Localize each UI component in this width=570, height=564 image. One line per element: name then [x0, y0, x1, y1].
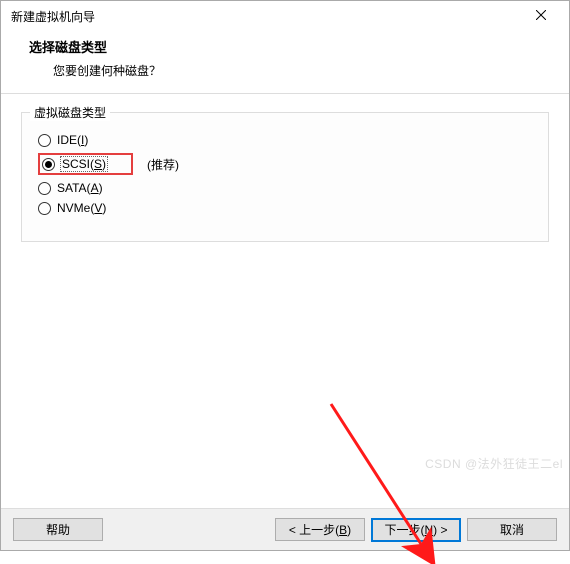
- radio-nvme[interactable]: [38, 202, 51, 215]
- radio-label-scsi[interactable]: SCSI(S): [61, 157, 107, 171]
- header-title: 选择磁盘类型: [29, 37, 555, 56]
- scsi-highlight-box: SCSI(S): [38, 153, 133, 175]
- radio-ide[interactable]: [38, 134, 51, 147]
- fieldset-legend: 虚拟磁盘类型: [30, 104, 110, 121]
- watermark-text: CSDN @法外狂徒王二el: [425, 455, 563, 472]
- disk-type-fieldset: 虚拟磁盘类型 IDE(I) SCSI(S) (推荐) SATA(A) NVMe(…: [21, 112, 549, 242]
- help-button[interactable]: 帮助: [13, 518, 103, 541]
- window-title: 新建虚拟机向导: [11, 8, 521, 25]
- next-button[interactable]: 下一步(N) >: [371, 518, 461, 542]
- recommended-label: (推荐): [147, 156, 179, 173]
- radio-row-sata: SATA(A): [38, 181, 532, 195]
- cancel-button[interactable]: 取消: [467, 518, 557, 541]
- wizard-window: 新建虚拟机向导 选择磁盘类型 您要创建何种磁盘？ 虚拟磁盘类型 IDE(I) S…: [0, 0, 570, 551]
- wizard-header: 选择磁盘类型 您要创建何种磁盘？: [1, 31, 569, 94]
- header-subtitle: 您要创建何种磁盘？: [53, 62, 555, 79]
- radio-label-ide[interactable]: IDE(I): [57, 133, 88, 147]
- radio-sata[interactable]: [38, 182, 51, 195]
- radio-scsi[interactable]: [42, 158, 55, 171]
- radio-row-scsi: SCSI(S) (推荐): [38, 153, 532, 175]
- back-button[interactable]: < 上一步(B): [275, 518, 365, 541]
- close-icon: [536, 9, 546, 23]
- wizard-footer: 帮助 < 上一步(B) 下一步(N) > 取消: [1, 508, 569, 550]
- radio-row-nvme: NVMe(V): [38, 201, 532, 215]
- radio-label-nvme[interactable]: NVMe(V): [57, 201, 106, 215]
- radio-row-ide: IDE(I): [38, 133, 532, 147]
- close-button[interactable]: [521, 2, 561, 30]
- wizard-content: 虚拟磁盘类型 IDE(I) SCSI(S) (推荐) SATA(A) NVMe(…: [1, 94, 569, 508]
- radio-label-sata[interactable]: SATA(A): [57, 181, 103, 195]
- titlebar: 新建虚拟机向导: [1, 1, 569, 31]
